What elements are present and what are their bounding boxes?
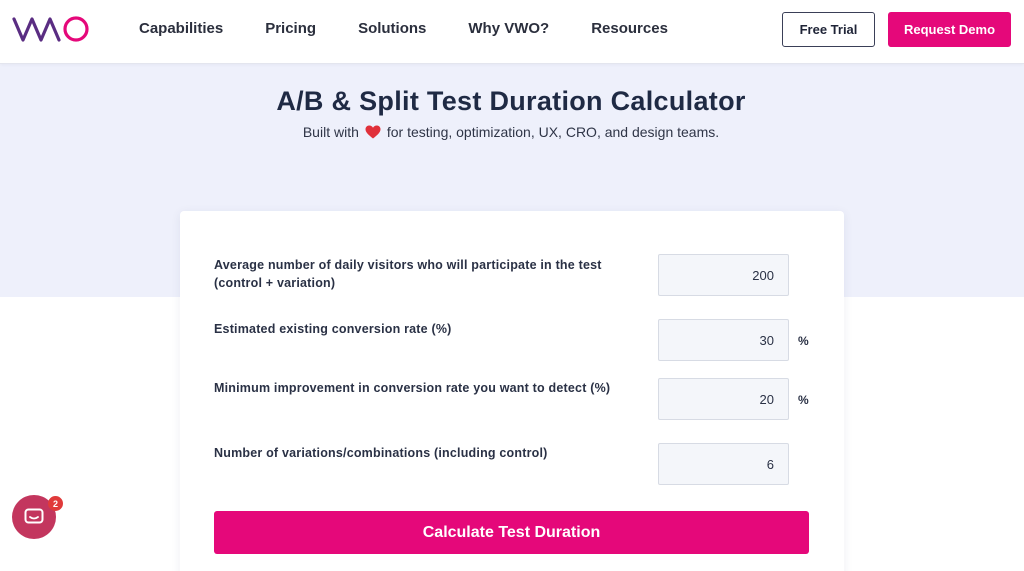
vwo-logo[interactable] <box>12 13 94 45</box>
request-demo-button[interactable]: Request Demo <box>888 12 1011 47</box>
calculate-duration-button[interactable]: Calculate Test Duration <box>214 511 809 554</box>
nav-resources[interactable]: Resources <box>591 20 668 37</box>
min-improvement-unit: % <box>798 393 809 407</box>
variations-label: Number of variations/combinations (inclu… <box>214 446 548 460</box>
nav-capabilities[interactable]: Capabilities <box>139 20 223 37</box>
conversion-rate-label: Estimated existing conversion rate (%) <box>214 322 452 336</box>
subtitle-after: for testing, optimization, UX, CRO, and … <box>386 124 720 140</box>
free-trial-button[interactable]: Free Trial <box>782 12 875 47</box>
main-nav: Capabilities Pricing Solutions Why VWO? … <box>139 20 710 37</box>
conversion-rate-input[interactable] <box>658 319 789 361</box>
chat-unread-badge: 2 <box>48 496 63 511</box>
page-subtitle: Built with for testing, optimization, UX,… <box>0 124 1022 140</box>
min-improvement-label: Minimum improvement in conversion rate y… <box>214 381 611 395</box>
min-improvement-input[interactable] <box>658 378 789 420</box>
chat-icon <box>24 508 44 524</box>
nav-pricing[interactable]: Pricing <box>265 20 316 37</box>
conversion-rate-unit: % <box>798 334 809 348</box>
variations-input[interactable] <box>658 443 789 485</box>
calculator-card: Average number of daily visitors who wil… <box>180 211 844 571</box>
daily-visitors-input[interactable] <box>658 254 789 296</box>
nav-solutions[interactable]: Solutions <box>358 20 426 37</box>
heart-icon <box>365 125 381 139</box>
top-navbar: Capabilities Pricing Solutions Why VWO? … <box>0 0 1024 64</box>
daily-visitors-label: Average number of daily visitors who wil… <box>214 258 602 290</box>
nav-why-vwo[interactable]: Why VWO? <box>468 20 549 37</box>
subtitle-before: Built with <box>302 124 359 140</box>
page-title: A/B & Split Test Duration Calculator <box>276 86 746 116</box>
